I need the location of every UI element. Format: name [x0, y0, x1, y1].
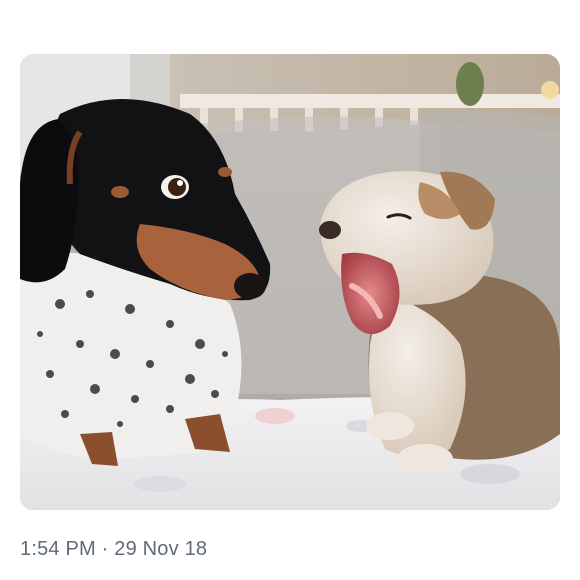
tweet-photo[interactable] — [20, 54, 560, 510]
tweet-timestamp[interactable]: 1:54 PM · 29 Nov 18 — [20, 538, 207, 561]
tweet: 1:54 PM · 29 Nov 18 — [0, 0, 580, 580]
